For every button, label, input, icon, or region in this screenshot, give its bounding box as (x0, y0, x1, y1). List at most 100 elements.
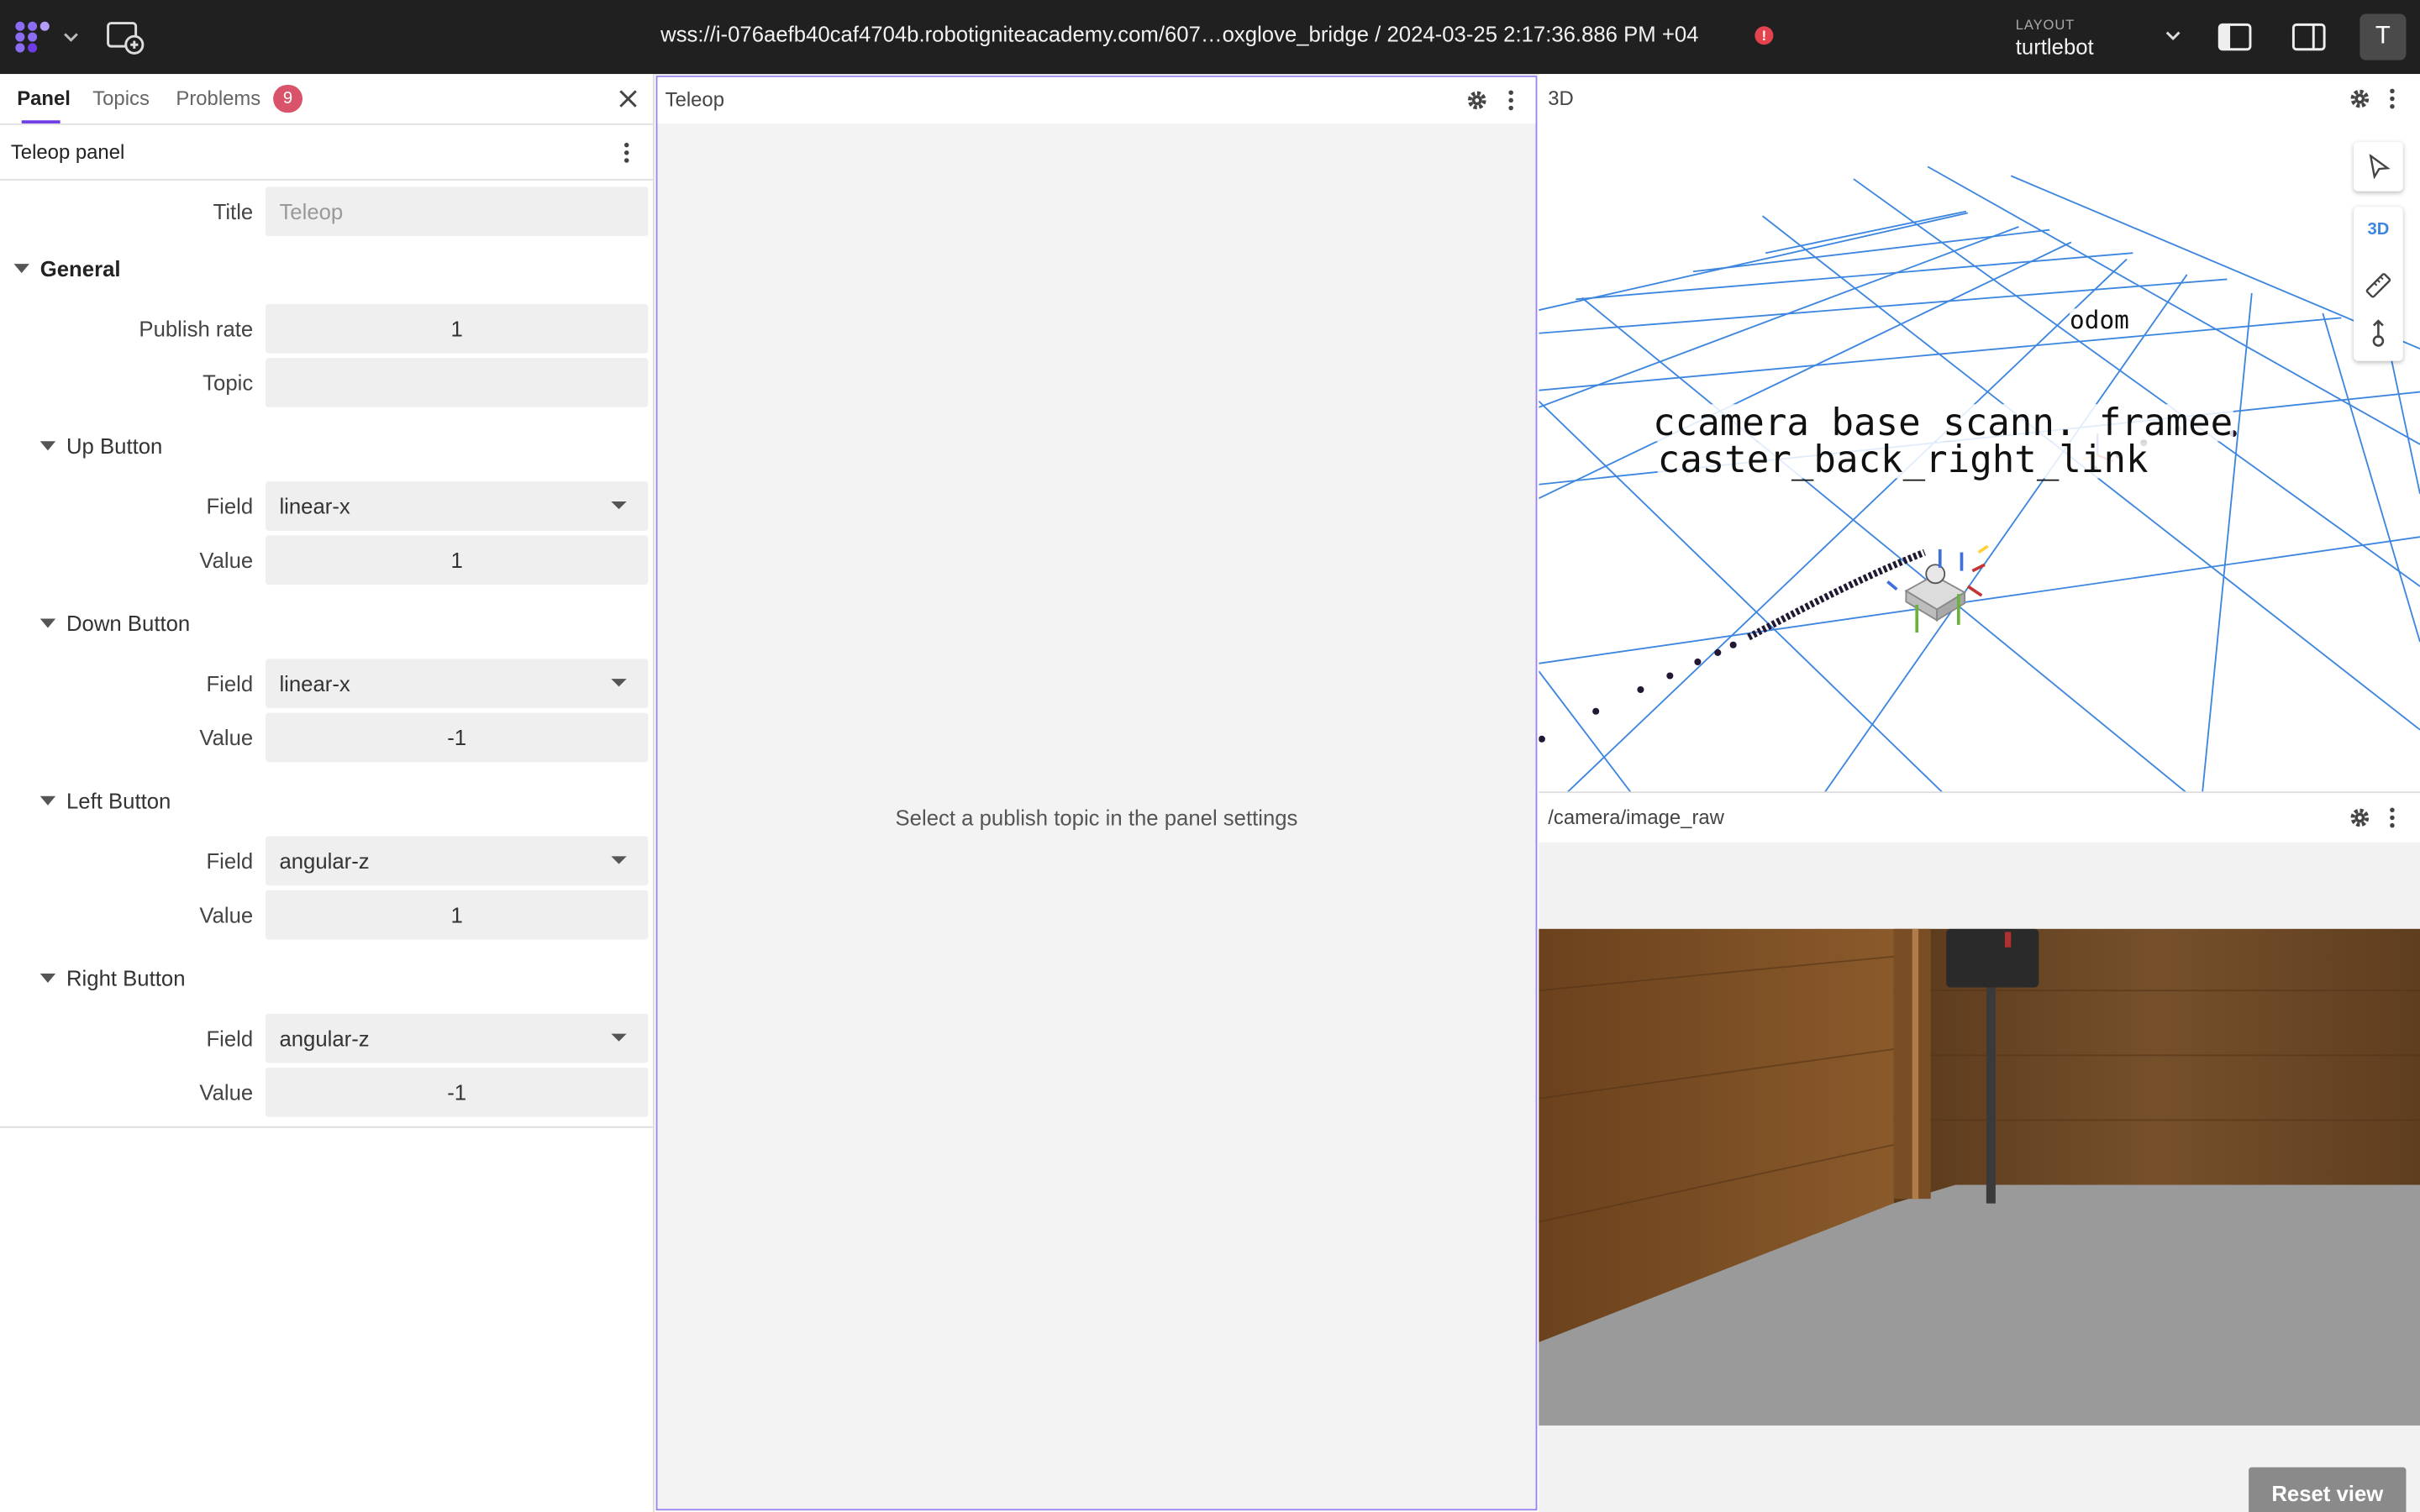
more-options-icon[interactable] (2389, 88, 2395, 110)
up-field-label: Field (206, 493, 254, 519)
sidebar-tabs: Panel Topics Problems 9 (0, 74, 653, 125)
divider (0, 1126, 653, 1128)
layout-name: turtlebot (2015, 34, 2094, 59)
topic-input[interactable] (265, 358, 649, 407)
left-sidebar: Panel Topics Problems 9 Teleop panel Tit… (0, 74, 655, 1512)
title-label: Title (213, 198, 254, 224)
title-input[interactable]: Teleop (265, 186, 649, 237)
chevron-down-icon (2165, 31, 2181, 40)
more-options-icon[interactable] (623, 142, 629, 164)
close-icon[interactable] (618, 88, 639, 110)
app-root: wss://i-076aefb40caf4704b.robotigniteaca… (0, 0, 2420, 1512)
user-avatar[interactable]: T (2360, 13, 2407, 60)
toggle-left-sidebar-icon[interactable] (2217, 22, 2252, 53)
robot-model (1886, 544, 1989, 633)
up-value-label: Value (199, 548, 254, 573)
down-field-label: Field (206, 670, 254, 696)
left-field-value: angular-z (279, 848, 370, 874)
right-button-section-label: Right Button (66, 965, 186, 991)
teleop-panel-toolbar: Teleop (657, 76, 1536, 123)
triangle-down-icon (39, 619, 56, 629)
general-section-toggle[interactable]: General (13, 255, 121, 281)
right-button-section-toggle[interactable]: Right Button (39, 965, 186, 991)
tab-problems[interactable]: Problems (176, 87, 260, 110)
triangle-down-icon (39, 796, 56, 806)
left-value-input[interactable]: 1 (265, 890, 649, 940)
teleop-empty-message: Select a publish topic in the panel sett… (895, 805, 1298, 831)
up-field-value: linear-x (279, 493, 350, 519)
layout-selector[interactable]: LAYOUT turtlebot (2003, 11, 2191, 63)
left-field-select[interactable]: angular-z (265, 836, 649, 886)
right-field-select[interactable]: angular-z (265, 1013, 649, 1063)
dropdown-arrow-icon (611, 501, 627, 510)
publish-point-icon[interactable] (2368, 318, 2390, 349)
cursor-arrow-icon (2369, 154, 2391, 180)
triangle-down-icon (13, 264, 29, 274)
frame-label-odom: odom (2070, 305, 2129, 335)
dropdown-arrow-icon (611, 856, 627, 864)
image-panel-toolbar: /camera/image_raw (1539, 794, 2420, 843)
foxglove-logo-icon[interactable] (13, 18, 55, 55)
down-button-section-label: Down Button (66, 611, 191, 636)
gear-icon[interactable] (2349, 807, 2371, 829)
chevron-down-icon[interactable] (61, 24, 80, 49)
right-value-label: Value (199, 1079, 254, 1105)
topic-label: Topic (203, 370, 254, 396)
down-value-label: Value (199, 725, 254, 750)
connection-status-text[interactable]: wss://i-076aefb40caf4704b.robotigniteaca… (660, 22, 1698, 46)
left-button-section-toggle[interactable]: Left Button (39, 788, 171, 813)
tab-topics[interactable]: Topics (92, 87, 150, 110)
down-value-input[interactable]: -1 (265, 712, 649, 763)
dropdown-arrow-icon (611, 1033, 627, 1042)
image-panel-body: Reset view (1539, 842, 2420, 1512)
error-alert-icon[interactable]: ! (1754, 26, 1774, 45)
gear-icon[interactable] (1466, 90, 1488, 112)
toggle-right-sidebar-icon[interactable] (2291, 22, 2326, 53)
view-tools-group: 3D (2354, 207, 2403, 361)
left-field-label: Field (206, 848, 254, 874)
right-value-input[interactable]: -1 (265, 1068, 649, 1117)
up-value-input[interactable]: 1 (265, 535, 649, 585)
3d-panel-title: 3D (1548, 86, 1574, 110)
problems-count-badge: 9 (273, 85, 303, 113)
ruler-icon[interactable] (2365, 271, 2392, 299)
up-field-select[interactable]: linear-x (265, 481, 649, 531)
image-panel[interactable]: /camera/image_raw Reset view (1539, 794, 2420, 1512)
panel-settings-header: Teleop panel (0, 125, 653, 181)
gear-icon[interactable] (2349, 88, 2371, 110)
up-button-section-toggle[interactable]: Up Button (39, 433, 163, 459)
active-tab-indicator (21, 120, 60, 123)
down-button-section-toggle[interactable]: Down Button (39, 611, 191, 636)
up-button-section-label: Up Button (66, 433, 163, 459)
right-field-value: angular-z (279, 1026, 370, 1051)
right-field-label: Field (206, 1026, 254, 1051)
left-value-label: Value (199, 902, 254, 927)
more-options-icon[interactable] (2389, 807, 2395, 829)
more-options-icon[interactable] (1507, 90, 1513, 112)
triangle-down-icon (39, 974, 56, 984)
down-field-select[interactable]: linear-x (265, 659, 649, 709)
image-topic-title: /camera/image_raw (1548, 805, 1724, 829)
3d-mode-toggle[interactable]: 3D (2354, 221, 2403, 239)
publish-rate-label: Publish rate (139, 316, 254, 341)
dropdown-arrow-icon (611, 679, 627, 687)
frame-label-caster-back-right-link: caster_back_right_link (1657, 438, 2149, 482)
triangle-down-icon (39, 441, 56, 451)
camera-image[interactable] (1539, 928, 2420, 1426)
general-section-label: General (39, 255, 121, 281)
3d-panel[interactable]: odom ccamera base scann. framee caster_b… (1539, 74, 2420, 794)
top-bar: wss://i-076aefb40caf4704b.robotigniteaca… (0, 0, 2420, 75)
3d-panel-toolbar: 3D (1539, 74, 2420, 123)
left-button-section-label: Left Button (66, 788, 171, 813)
layout-label: LAYOUT (2015, 17, 2075, 33)
frame-label-overlap: ccamera base scann. framee (1653, 401, 2233, 444)
teleop-panel[interactable]: Teleop Select a publish topic in the pan… (655, 76, 1538, 1511)
reset-view-button[interactable]: Reset view (2249, 1467, 2407, 1512)
select-tool-button[interactable] (2354, 141, 2403, 192)
teleop-panel-title: Teleop (665, 87, 725, 112)
publish-rate-input[interactable]: 1 (265, 303, 649, 354)
panel-settings-title: Teleop panel (10, 140, 125, 164)
tab-panel[interactable]: Panel (17, 87, 71, 110)
down-field-value: linear-x (279, 670, 350, 696)
add-panel-icon[interactable] (105, 18, 145, 55)
